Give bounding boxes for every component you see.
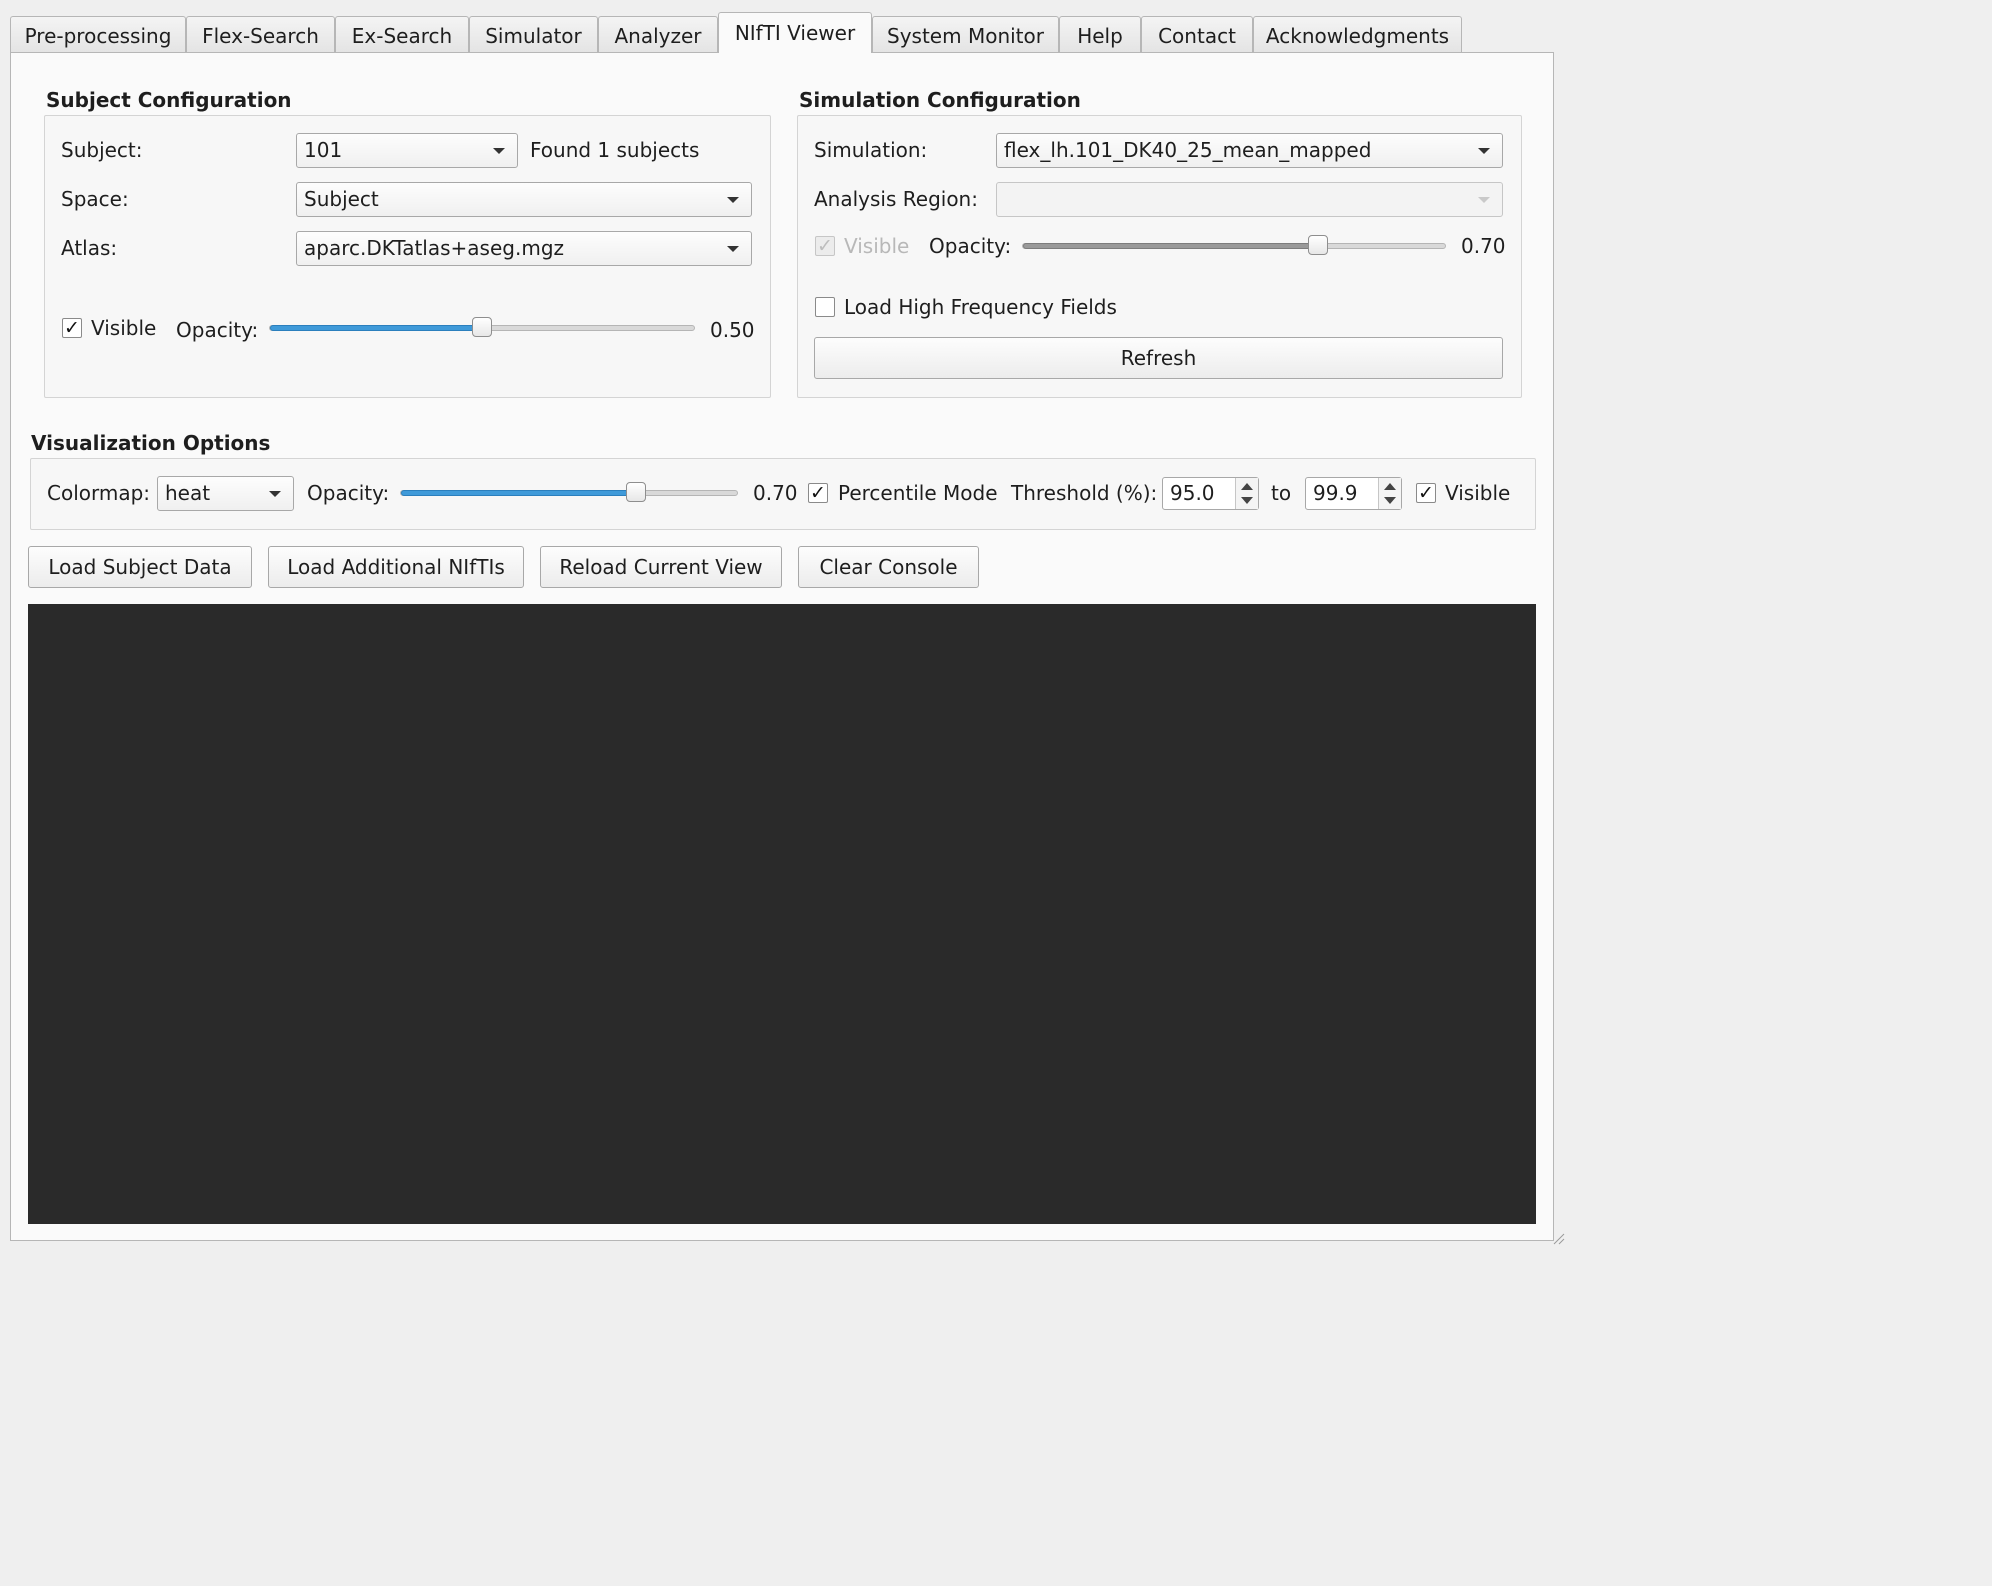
chevron-up-icon[interactable]	[1384, 483, 1396, 490]
spin-buttons[interactable]	[1235, 478, 1258, 509]
percentile-mode-checkbox[interactable]: ✓	[808, 483, 828, 503]
tab-acknowledgments[interactable]: Acknowledgments	[1253, 16, 1462, 52]
clear-console-button[interactable]: Clear Console	[798, 546, 979, 588]
threshold-min-spinbox[interactable]: 95.0	[1162, 477, 1259, 510]
space-label: Space:	[61, 187, 129, 211]
subject-select[interactable]: 101	[296, 133, 518, 168]
threshold-min-value: 95.0	[1170, 481, 1215, 505]
viz-opacity-slider[interactable]	[400, 482, 738, 502]
tab-flex-search[interactable]: Flex-Search	[186, 16, 335, 52]
analysis-region-label: Analysis Region:	[814, 187, 978, 211]
tab-nifti-viewer[interactable]: NIfTI Viewer	[718, 12, 872, 53]
simulation-label: Simulation:	[814, 138, 928, 162]
viz-opacity-value: 0.70	[753, 481, 798, 505]
refresh-button[interactable]: Refresh	[814, 337, 1503, 379]
colormap-label: Colormap:	[47, 481, 151, 505]
chevron-down-icon	[727, 197, 739, 203]
threshold-max-spinbox[interactable]: 99.9	[1305, 477, 1402, 510]
slider-fill	[1023, 243, 1318, 249]
high-frequency-label: Load High Frequency Fields	[844, 295, 1117, 319]
subject-opacity-value: 0.50	[710, 318, 755, 342]
space-select[interactable]: Subject	[296, 182, 752, 217]
load-subject-data-button[interactable]: Load Subject Data	[28, 546, 252, 588]
colormap-select[interactable]: heat	[157, 476, 294, 511]
tab-contact[interactable]: Contact	[1141, 16, 1253, 52]
chevron-down-icon	[493, 148, 505, 154]
tab-system-monitor[interactable]: System Monitor	[872, 16, 1059, 52]
chevron-down-icon[interactable]	[1241, 497, 1253, 504]
tab-analyzer[interactable]: Analyzer	[598, 16, 718, 52]
reload-current-view-button[interactable]: Reload Current View	[540, 546, 782, 588]
slider-fill	[270, 325, 482, 331]
chevron-down-icon	[727, 246, 739, 252]
simulation-opacity-label: Opacity:	[929, 234, 1012, 258]
slider-handle[interactable]	[472, 317, 492, 337]
simulation-config-title: Simulation Configuration	[799, 88, 1081, 112]
simulation-opacity-value: 0.70	[1461, 234, 1506, 258]
viz-visible-checkbox[interactable]: ✓	[1416, 483, 1436, 503]
viz-visible-label: Visible	[1445, 481, 1511, 505]
simulation-opacity-slider[interactable]	[1022, 235, 1446, 255]
space-select-value: Subject	[304, 187, 379, 211]
subject-opacity-slider[interactable]	[269, 317, 695, 337]
colormap-select-value: heat	[165, 481, 211, 505]
simulation-select-value: flex_lh.101_DK40_25_mean_mapped	[1004, 138, 1372, 162]
subject-select-value: 101	[304, 138, 343, 162]
high-frequency-checkbox[interactable]	[815, 297, 835, 317]
subject-visible-checkbox[interactable]: ✓	[62, 318, 82, 338]
simulation-visible-checkbox[interactable]: ✓	[815, 236, 835, 256]
subject-label: Subject:	[61, 138, 143, 162]
slider-handle[interactable]	[1308, 235, 1328, 255]
threshold-to-label: to	[1271, 481, 1292, 505]
found-subjects-text: Found 1 subjects	[530, 138, 700, 162]
tab-simulator[interactable]: Simulator	[469, 16, 598, 52]
chevron-up-icon[interactable]	[1241, 483, 1253, 490]
slider-handle[interactable]	[626, 482, 646, 502]
atlas-select-value: aparc.DKTatlas+aseg.mgz	[304, 236, 565, 260]
spin-buttons[interactable]	[1378, 478, 1401, 509]
nifti-viewer-canvas[interactable]	[28, 604, 1536, 1224]
tab-help[interactable]: Help	[1059, 16, 1141, 52]
subject-visible-label: Visible	[91, 316, 157, 340]
atlas-label: Atlas:	[61, 236, 118, 260]
chevron-down-icon	[1478, 148, 1490, 154]
subject-config-title: Subject Configuration	[46, 88, 292, 112]
analysis-region-select[interactable]	[996, 182, 1503, 217]
viz-opacity-label: Opacity:	[307, 481, 390, 505]
visualization-options-title: Visualization Options	[31, 431, 271, 455]
tab-pre-processing[interactable]: Pre-processing	[10, 16, 186, 52]
simulation-select[interactable]: flex_lh.101_DK40_25_mean_mapped	[996, 133, 1503, 168]
simulation-visible-label: Visible	[844, 234, 910, 258]
threshold-max-value: 99.9	[1313, 481, 1358, 505]
resize-grip-icon[interactable]	[1551, 1231, 1565, 1245]
threshold-label: Threshold (%):	[1011, 481, 1158, 505]
percentile-mode-label: Percentile Mode	[838, 481, 998, 505]
tab-ex-search[interactable]: Ex-Search	[335, 16, 469, 52]
chevron-down-icon	[1478, 197, 1490, 203]
chevron-down-icon[interactable]	[1384, 497, 1396, 504]
subject-opacity-label: Opacity:	[176, 318, 259, 342]
chevron-down-icon	[269, 491, 281, 497]
load-additional-niftis-button[interactable]: Load Additional NIfTIs	[268, 546, 524, 588]
atlas-select[interactable]: aparc.DKTatlas+aseg.mgz	[296, 231, 752, 266]
slider-fill	[401, 490, 636, 496]
